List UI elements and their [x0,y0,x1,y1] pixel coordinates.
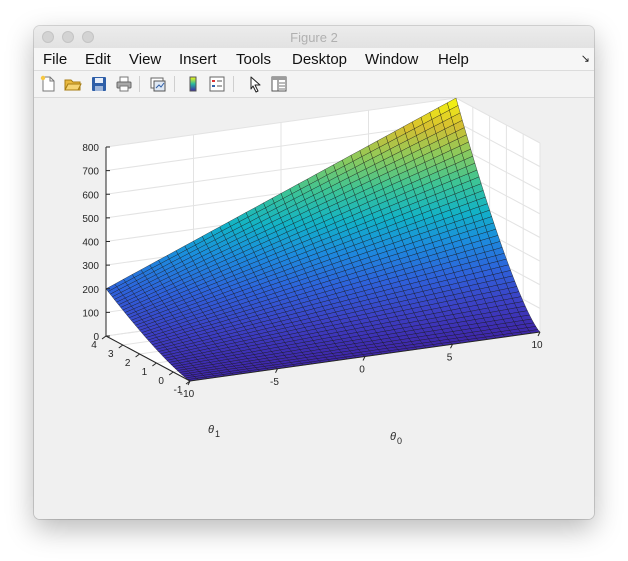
y-tick-label: 3 [108,349,114,360]
z-tick-label: 800 [82,143,99,154]
z-tick-label: 0 [93,332,99,343]
legend-icon[interactable] [208,75,226,93]
figure-canvas: -10 -5 0 5 10 -1 0 1 2 3 4 0 100 200 300 400 500 600 700 80… [34,97,594,519]
toolbar-separator [139,76,140,92]
title-bar[interactable]: Figure 2 [34,26,594,49]
colorbar-icon[interactable] [184,75,202,93]
menu-file[interactable]: File [43,51,67,68]
z-tick-label: 300 [82,261,99,272]
z-tick-label: 600 [82,190,99,201]
z-tick-label: 700 [82,167,99,178]
y-tick-label: 1 [142,367,148,378]
y-tick [168,371,174,376]
menu-help[interactable]: Help [438,51,469,68]
toolbar-separator [174,76,175,92]
menu-bar: File Edit View Insert Tools Desktop Wind… [34,48,594,71]
pointer-icon[interactable] [246,75,264,93]
y-tick-label: 2 [125,358,131,369]
y-tick-label: -1 [174,385,183,396]
menu-window[interactable]: Window [365,51,418,68]
dock-icon[interactable]: ↘ [581,52,590,65]
y-tick-label: 0 [158,376,164,387]
z-tick-label: 400 [82,238,99,249]
figure-toolbar [34,71,594,98]
open-file-icon[interactable] [64,75,82,93]
y-tick [135,353,140,358]
y-tick [118,344,124,349]
y-axis-label-subscript: 1 [215,429,220,439]
y-tick [152,362,157,367]
x-axis-label-subscript: 0 [397,436,402,446]
menu-edit[interactable]: Edit [85,51,111,68]
y-tick [101,335,107,340]
new-figure-icon[interactable] [39,75,57,93]
figure-window: Figure 2 File Edit View Insert Tools Des… [34,26,594,519]
x-tick-label: 10 [531,340,543,351]
menu-desktop[interactable]: Desktop [292,51,347,68]
print-icon[interactable] [115,75,133,93]
x-tick-label: 5 [447,352,453,363]
surface-plot[interactable]: -10-50510-101234010020030040050060070080… [34,97,594,519]
x-tick-label: 0 [359,365,365,376]
link-plot-icon[interactable] [149,75,167,93]
menu-view[interactable]: View [129,51,161,68]
x-axis-label: θ [390,431,396,443]
menu-tools[interactable]: Tools [236,51,271,68]
x-tick-label: -5 [270,377,279,388]
property-inspector-icon[interactable] [270,75,288,93]
menu-insert[interactable]: Insert [179,51,217,68]
window-title: Figure 2 [290,30,338,45]
y-axis-label: θ [208,424,214,436]
z-tick-label: 500 [82,214,99,225]
z-tick-label: 200 [82,285,99,296]
save-icon[interactable] [90,75,108,93]
z-tick-label: 100 [82,308,99,319]
toolbar-separator [233,76,234,92]
